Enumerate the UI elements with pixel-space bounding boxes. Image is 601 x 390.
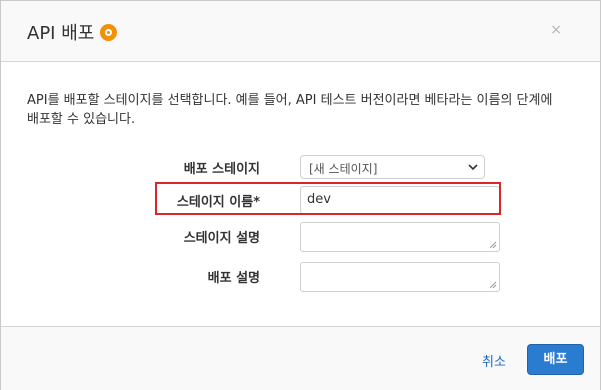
resize-grip-icon[interactable] [489,281,497,289]
close-icon[interactable]: × [550,22,562,38]
deployment-description-textarea[interactable] [300,262,500,292]
deploy-stage-label: 배포 스테이지 [183,162,260,177]
dialog-title: API 배포 [27,19,118,45]
chevron-down-icon [468,164,478,171]
deploy-stage-row: 배포 스테이지 [새 스테이지] [1,153,600,183]
deploy-button[interactable]: 배포 [527,344,584,375]
cancel-button[interactable]: 취소 [482,351,506,370]
info-icon[interactable] [100,23,118,41]
stage-description-row: 스테이지 설명 [1,222,600,252]
deployment-description-row: 배포 설명 [1,262,600,292]
dialog-title-text: API 배포 [27,23,95,44]
deploy-stage-select[interactable]: [새 스테이지] [300,155,485,179]
deploy-api-dialog: API 배포 × API를 배포할 스테이지를 선택합니다. 예를 들어, AP… [0,0,601,390]
dialog-description: API를 배포할 스테이지를 선택합니다. 예를 들어, API 테스트 버전이… [27,93,553,127]
deploy-stage-value: [새 스테이지] [309,162,378,176]
resize-grip-icon[interactable] [489,241,497,249]
deployment-description-label: 배포 설명 [207,271,260,286]
dialog-footer: 취소 배포 [1,326,600,390]
stage-name-highlight-box [155,182,501,215]
stage-description-textarea[interactable] [300,222,500,252]
stage-description-label: 스테이지 설명 [183,231,260,246]
dialog-header: API 배포 × [1,1,600,62]
